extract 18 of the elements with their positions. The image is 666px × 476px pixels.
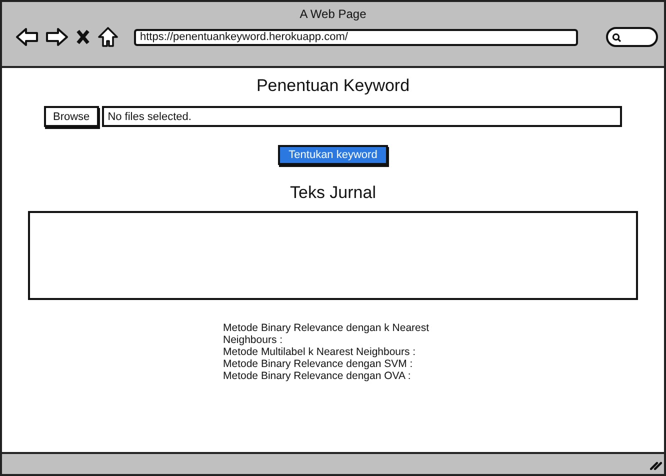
result-label: Metode Binary Relevance dengan OVA : bbox=[223, 370, 412, 382]
close-icon[interactable] bbox=[76, 29, 90, 45]
back-icon[interactable] bbox=[16, 28, 38, 46]
section-heading: Teks Jurnal bbox=[290, 183, 376, 203]
forward-icon[interactable] bbox=[46, 28, 68, 46]
search-icon bbox=[612, 32, 621, 42]
browse-button[interactable]: Browse bbox=[44, 106, 99, 127]
file-name-field[interactable]: No files selected. bbox=[102, 106, 622, 127]
home-icon[interactable] bbox=[98, 27, 118, 47]
text-area[interactable] bbox=[28, 211, 638, 300]
submit-button[interactable]: Tentukan keyword bbox=[278, 145, 388, 165]
result-label: Metode Binary Relevance dengan k Nearest Neighbours : bbox=[223, 322, 430, 346]
result-label: Metode Multilabel k Nearest Neighbours : bbox=[223, 346, 417, 358]
result-label: Metode Binary Relevance dengan SVM : bbox=[223, 358, 414, 370]
search-field[interactable] bbox=[606, 27, 658, 47]
address-bar[interactable]: https://penentuankeyword.herokuapp.com/ bbox=[134, 28, 578, 46]
page-heading: Penentuan Keyword bbox=[256, 76, 410, 96]
window-title: A Web Page bbox=[300, 7, 366, 21]
